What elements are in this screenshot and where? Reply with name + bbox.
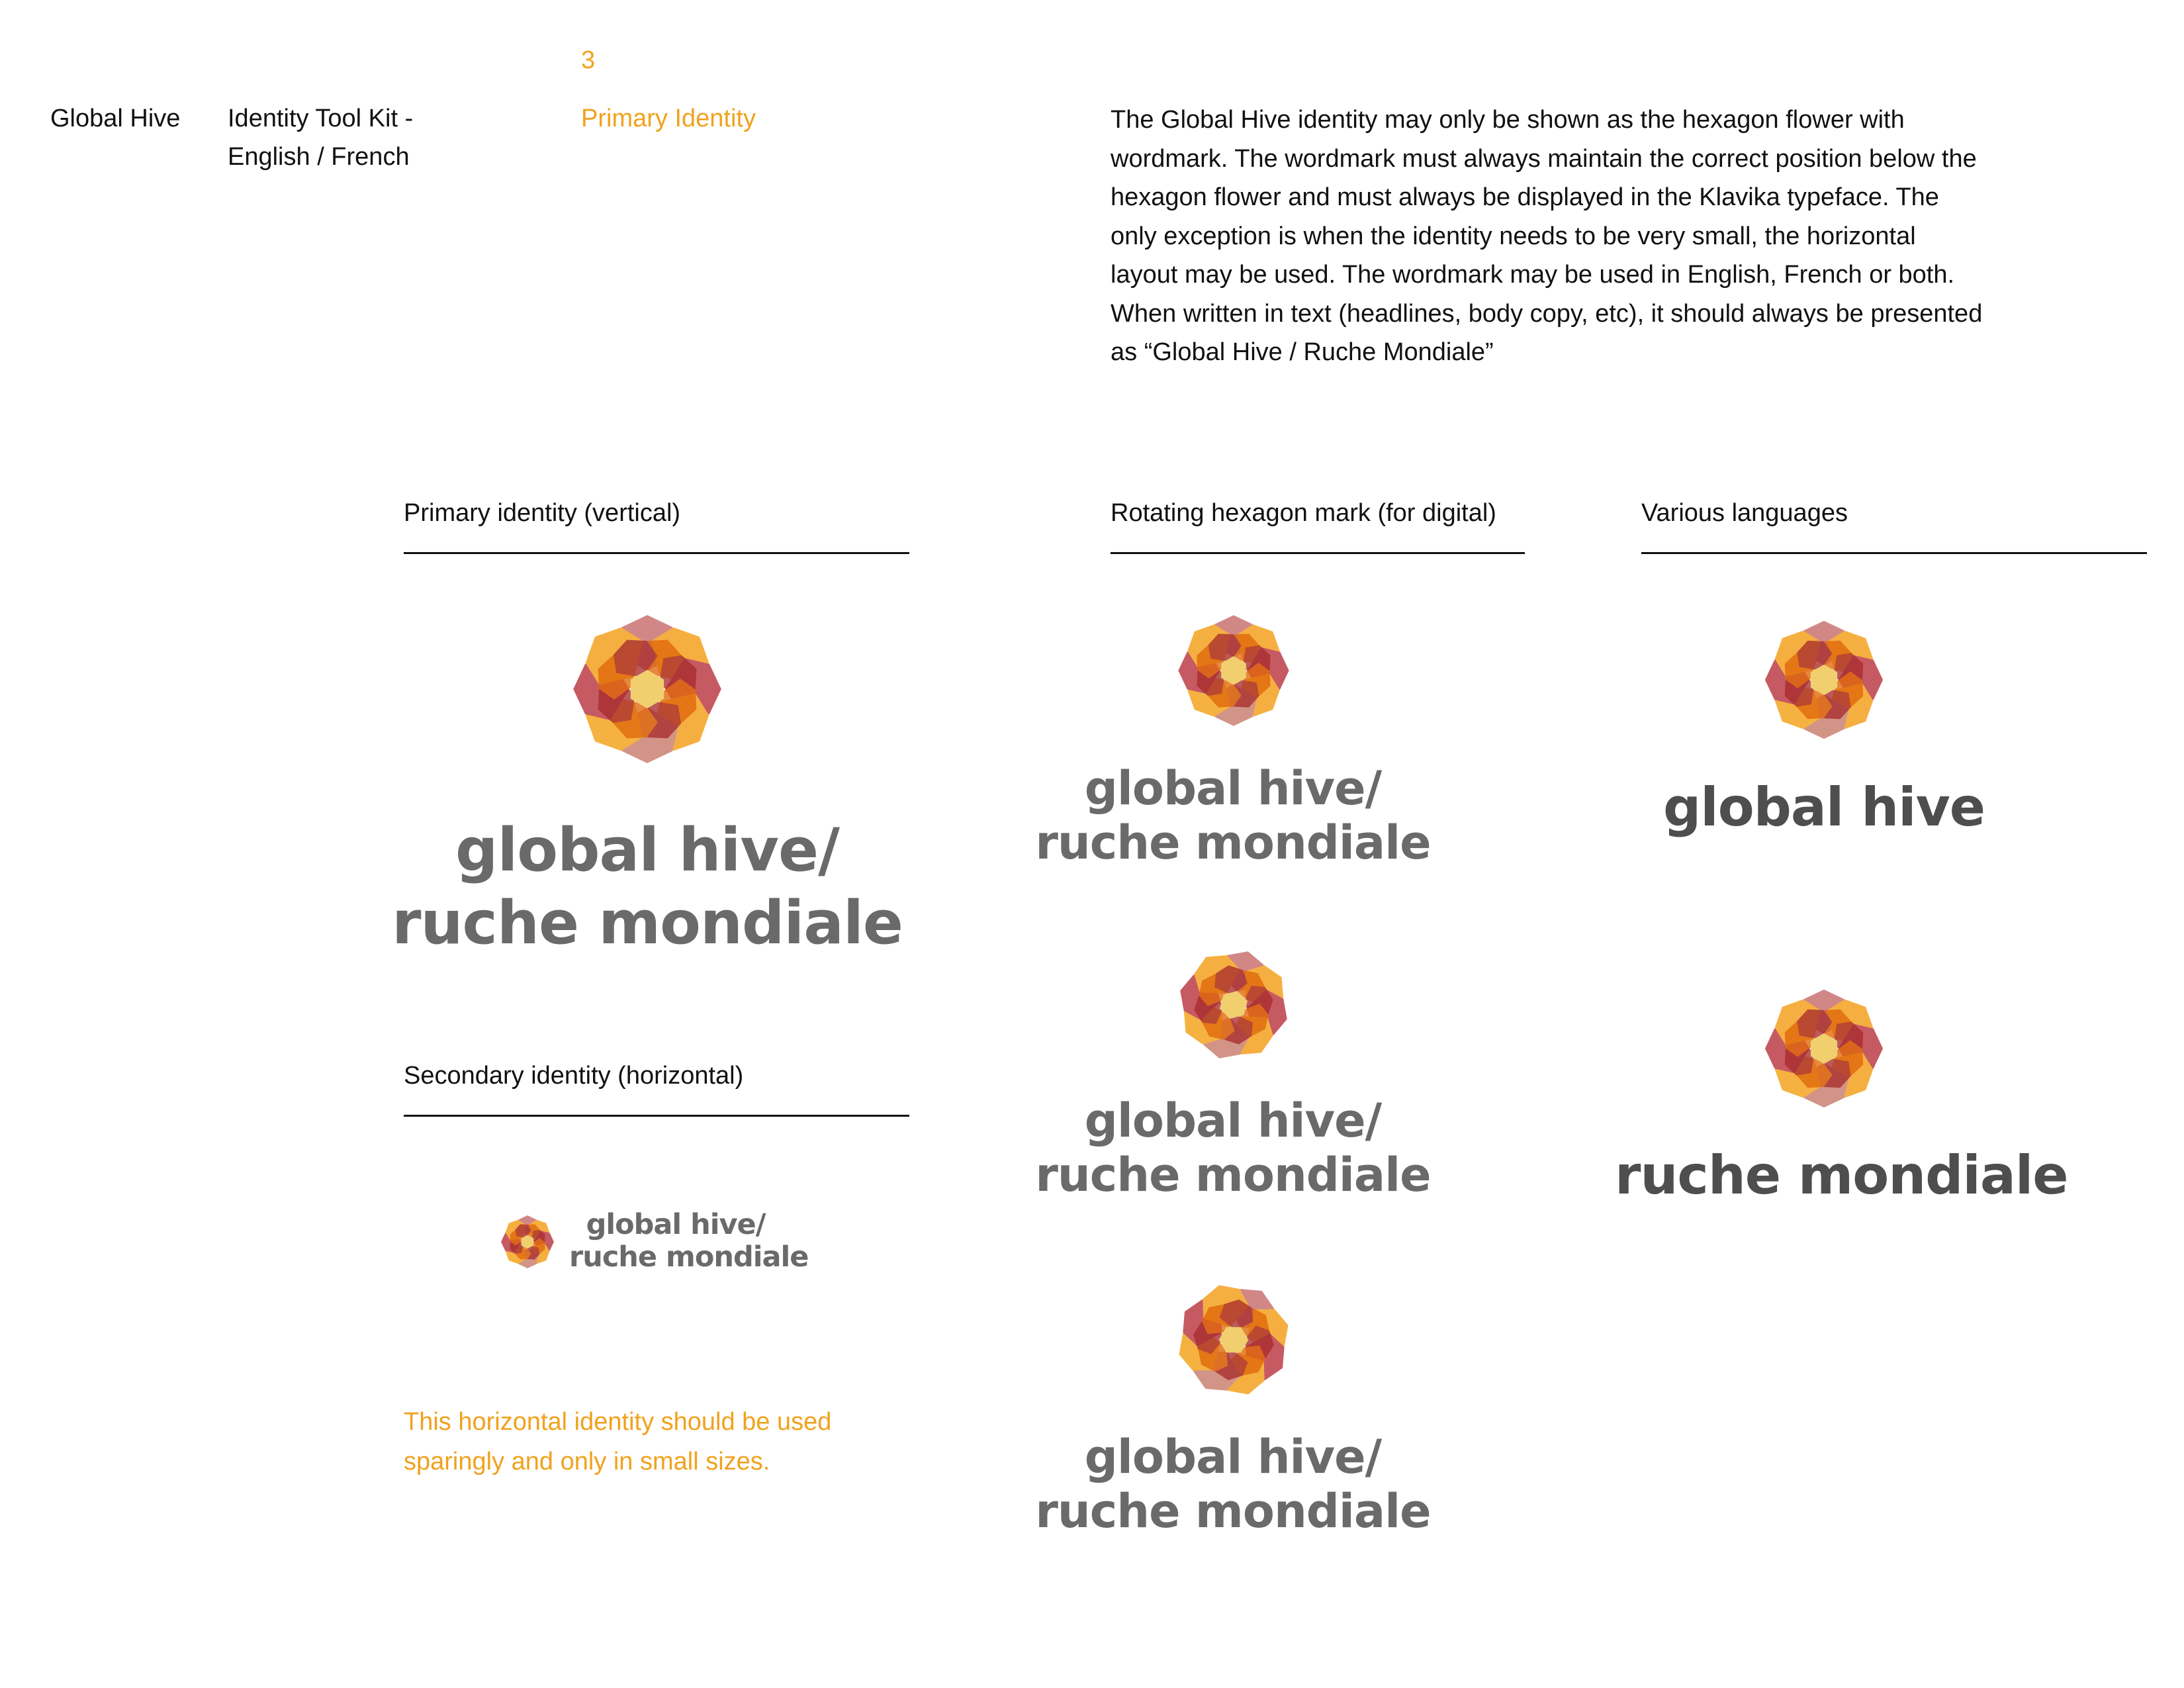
rotating-wordmark-2-line2: ruche mondiale: [1035, 1148, 1431, 1202]
rotating-wordmark-3-line2: ruche mondiale: [1035, 1484, 1431, 1538]
section-title-primary: Primary identity (vertical): [404, 499, 681, 527]
hexagon-flower-icon: [498, 1213, 557, 1271]
secondary-wordmark-line2: ruche mondiale: [569, 1241, 809, 1274]
rotating-wordmark-3-line1: global hive/: [1084, 1430, 1382, 1484]
rotating-wordmark-2: global hive/ ruche mondiale: [1019, 1094, 1447, 1202]
section-title-secondary: Secondary identity (horizontal): [404, 1062, 744, 1090]
primary-wordmark-line2: ruche mondiale: [392, 888, 903, 958]
brand-name: Global Hive: [50, 105, 181, 132]
wordmark-english: global hive: [1663, 776, 1985, 838]
rotating-wordmark-2-line1: global hive/: [1084, 1094, 1382, 1148]
section-rule-primary: [404, 552, 909, 554]
toolkit-title-line2: English / French: [228, 143, 410, 171]
section-title-rotating: Rotating hexagon mark (for digital): [1111, 499, 1496, 527]
secondary-usage-note: This horizontal identity should be used …: [404, 1402, 831, 1481]
hexagon-flower-icon: [1173, 610, 1295, 731]
hexagon-flower-icon: [1173, 944, 1295, 1066]
rotating-wordmark-3: global hive/ ruche mondiale: [1019, 1430, 1447, 1538]
hexagon-flower-icon: [1171, 1278, 1296, 1402]
page-number: 3: [581, 46, 596, 74]
section-rule-rotating: [1111, 552, 1525, 554]
secondary-usage-note-line1: This horizontal identity should be used: [404, 1408, 832, 1436]
rotating-wordmark-1-line2: ruche mondiale: [1035, 816, 1431, 870]
hexagon-flower-icon: [1759, 984, 1889, 1113]
secondary-wordmark: global hive/ ruche mondiale: [569, 1208, 809, 1274]
intro-paragraph: The Global Hive identity may only be sho…: [1111, 106, 1983, 366]
section-title-languages: Various languages: [1641, 499, 1848, 527]
rotating-wordmark-1-line1: global hive/: [1084, 761, 1382, 816]
section-rule-secondary: [404, 1115, 909, 1117]
toolkit-title-line1: Identity Tool Kit -: [228, 105, 414, 132]
primary-wordmark-line1: global hive/: [455, 816, 840, 885]
secondary-wordmark-line1: global hive/: [586, 1208, 766, 1241]
primary-wordmark: global hive/ ruche mondiale: [371, 814, 924, 960]
rotating-wordmark-1: global hive/ ruche mondiale: [1019, 761, 1447, 870]
secondary-usage-note-line2: sparingly and only in small sizes.: [404, 1448, 770, 1476]
hexagon-flower-icon: [566, 608, 729, 771]
hexagon-flower-icon: [1759, 615, 1889, 745]
section-rule-languages: [1641, 552, 2147, 554]
section-name: Primary Identity: [581, 105, 756, 132]
toolkit-title: Identity Tool Kit - English / French: [228, 99, 413, 176]
wordmark-french: ruche mondiale: [1615, 1145, 2069, 1206]
